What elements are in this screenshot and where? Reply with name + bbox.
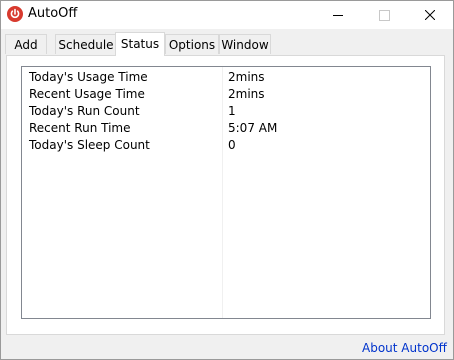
power-icon (7, 6, 23, 22)
tab-strip: Add Schedule Status Options Window (5, 32, 454, 56)
status-label: Recent Usage Time (29, 87, 145, 101)
minimize-button[interactable] (315, 1, 361, 29)
list-item[interactable]: Recent Run Time 5:07 AM (22, 119, 430, 136)
maximize-button[interactable] (361, 1, 407, 29)
close-icon (425, 10, 435, 20)
tab-schedule[interactable]: Schedule (55, 34, 117, 54)
window-title: AutoOff (28, 6, 78, 21)
maximize-icon (378, 9, 390, 21)
status-panel: Today's Usage Time 2mins Recent Usage Ti… (6, 55, 445, 335)
title-bar[interactable]: AutoOff (1, 1, 453, 29)
list-item[interactable]: Today's Sleep Count 0 (22, 136, 430, 153)
status-list[interactable]: Today's Usage Time 2mins Recent Usage Ti… (21, 66, 431, 319)
status-value: 0 (228, 138, 236, 152)
status-value: 5:07 AM (228, 121, 278, 135)
minimize-icon (333, 14, 343, 16)
status-value: 1 (228, 104, 236, 118)
status-label: Today's Run Count (29, 104, 140, 118)
app-window: AutoOff Add Schedule Status Options Wind… (0, 0, 454, 360)
status-value: 2mins (228, 70, 265, 84)
status-value: 2mins (228, 87, 265, 101)
status-label: Today's Sleep Count (29, 138, 150, 152)
list-item[interactable]: Recent Usage Time 2mins (22, 85, 430, 102)
tab-options[interactable]: Options (165, 34, 219, 54)
status-label: Today's Usage Time (29, 70, 148, 84)
tab-status[interactable]: Status (115, 32, 165, 56)
list-item[interactable]: Today's Run Count 1 (22, 102, 430, 119)
list-item[interactable]: Today's Usage Time 2mins (22, 68, 430, 85)
about-link[interactable]: About AutoOff (362, 341, 447, 355)
tab-add[interactable]: Add (5, 34, 47, 54)
close-button[interactable] (407, 1, 453, 29)
status-label: Recent Run Time (29, 121, 131, 135)
tab-window[interactable]: Window (219, 34, 271, 54)
